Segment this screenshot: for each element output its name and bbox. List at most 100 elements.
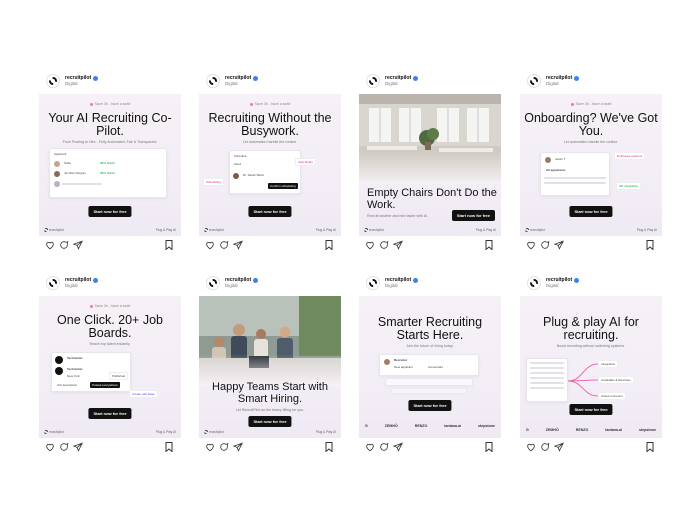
post-header: recruitpilot Digital xyxy=(199,68,341,94)
post-actions xyxy=(45,442,83,452)
ad-creative: Happy Teams Start with Smart Hiring. Let… xyxy=(199,296,341,438)
comment-icon[interactable] xyxy=(540,240,550,250)
bookmark-icon[interactable] xyxy=(165,240,173,250)
heart-icon[interactable] xyxy=(365,240,375,250)
share-icon[interactable] xyxy=(233,240,243,250)
account-name[interactable]: recruitpilot xyxy=(65,75,91,81)
headline: Smarter Recruiting Starts Here. xyxy=(377,315,483,343)
avatar[interactable] xyxy=(46,74,60,88)
bookmark-icon[interactable] xyxy=(646,442,654,452)
bookmark-icon[interactable] xyxy=(325,240,333,250)
comment-icon[interactable] xyxy=(379,442,389,452)
footer-brand: recruitpilot xyxy=(204,228,224,232)
share-icon[interactable] xyxy=(73,240,83,250)
footer-tagline: Plug & Play AI xyxy=(155,430,176,434)
footer-brand: recruitpilot xyxy=(364,228,384,232)
avatar[interactable] xyxy=(46,276,60,290)
bookmark-icon[interactable] xyxy=(165,442,173,452)
account-name[interactable]: recruitpilot xyxy=(546,277,572,283)
comment-icon[interactable] xyxy=(379,240,389,250)
post-actions xyxy=(205,240,243,250)
heart-icon[interactable] xyxy=(526,442,536,452)
subline: Let automation handle the routine. xyxy=(563,140,619,144)
account-subtitle: Digital xyxy=(225,282,238,288)
post-header: recruitpilot Digital xyxy=(39,68,181,94)
comment-icon[interactable] xyxy=(59,442,69,452)
post-1: recruitpilot Digital Save 3h - have a se… xyxy=(39,68,181,256)
post-8: recruitpilot Digital Plug & play AI for … xyxy=(520,270,662,458)
post-actions xyxy=(365,240,403,250)
heart-icon[interactable] xyxy=(45,240,55,250)
share-icon[interactable] xyxy=(393,442,403,452)
post-header: recruitpilot Digital xyxy=(359,270,501,296)
bookmark-icon[interactable] xyxy=(325,442,333,452)
account-name[interactable]: recruitpilot xyxy=(546,75,572,81)
avatar[interactable] xyxy=(527,276,541,290)
avatar[interactable] xyxy=(527,74,541,88)
start-now-button[interactable]: Start now for free xyxy=(451,210,495,221)
account-name[interactable]: recruitpilot xyxy=(385,75,411,81)
footer-brand: recruitpilot xyxy=(44,228,64,232)
post-7: recruitpilot Digital Smarter Recruiting … xyxy=(359,270,501,458)
comment-icon[interactable] xyxy=(219,442,229,452)
promo-line: Save 3h - have a seat! xyxy=(199,102,341,106)
account-subtitle: Digital xyxy=(65,282,78,288)
avatar[interactable] xyxy=(366,74,380,88)
bookmark-icon[interactable] xyxy=(646,240,654,250)
heart-icon[interactable] xyxy=(205,240,215,250)
comment-icon[interactable] xyxy=(540,442,550,452)
start-now-button[interactable]: Start now for free xyxy=(408,400,452,411)
headline: Happy Teams Start with Smart Hiring. xyxy=(212,381,328,405)
subline: Reach top talent instantly. xyxy=(89,342,131,346)
subline: Recruit smarter and hire faster with AI. xyxy=(367,214,429,218)
post-header: recruitpilot Digital xyxy=(359,68,501,94)
avatar[interactable] xyxy=(366,276,380,290)
heart-icon[interactable] xyxy=(526,240,536,250)
verified-icon xyxy=(413,277,419,283)
account-name[interactable]: recruitpilot xyxy=(225,277,251,283)
bookmark-icon[interactable] xyxy=(485,240,493,250)
verified-icon xyxy=(93,75,99,81)
headline: Onboarding? We've Got You. xyxy=(524,111,658,139)
account-name[interactable]: recruitpilot xyxy=(385,277,411,283)
verified-icon xyxy=(93,277,99,283)
heart-icon[interactable] xyxy=(365,442,375,452)
account-name[interactable]: recruitpilot xyxy=(65,277,91,283)
share-icon[interactable] xyxy=(554,442,564,452)
integration-mock xyxy=(526,358,568,402)
share-icon[interactable] xyxy=(73,442,83,452)
comment-icon[interactable] xyxy=(59,240,69,250)
account-subtitle: Digital xyxy=(546,282,559,288)
promo-line: Save 3h - have a seat! xyxy=(39,102,181,106)
start-now-button[interactable]: Start now for free xyxy=(88,206,132,217)
account-subtitle: Digital xyxy=(65,80,78,86)
comment-icon[interactable] xyxy=(219,240,229,250)
start-now-button[interactable]: Start now for free xyxy=(569,206,613,217)
notification-mock: Recruiter New applicant Accountant xyxy=(379,354,479,376)
footer-tagline: Plug & Play AI xyxy=(315,430,336,434)
start-now-button[interactable]: Start now for free xyxy=(248,416,292,427)
promo-line: Save 3h - have a seat! xyxy=(39,304,181,308)
bookmark-icon[interactable] xyxy=(485,442,493,452)
post-6: recruitpilot Digital Happy Teams Start w… xyxy=(199,270,341,458)
headline: One Click. 20+ Job Boards. xyxy=(57,313,163,341)
start-now-button[interactable]: Start now for free xyxy=(88,408,132,419)
avatar[interactable] xyxy=(206,74,220,88)
share-icon[interactable] xyxy=(393,240,403,250)
heart-icon[interactable] xyxy=(205,442,215,452)
account-subtitle: Digital xyxy=(385,282,398,288)
footer-brand: recruitpilot xyxy=(525,228,545,232)
share-icon[interactable] xyxy=(233,442,243,452)
start-now-button[interactable]: Start now for free xyxy=(569,404,613,415)
footer-tagline: Plug & Play AI xyxy=(636,228,657,232)
post-5: recruitpilot Digital Save 3h - have a se… xyxy=(39,270,181,458)
account-name[interactable]: recruitpilot xyxy=(225,75,251,81)
post-header: recruitpilot Digital xyxy=(39,270,181,296)
ad-creative: Save 3h - have a seat! Onboarding? We've… xyxy=(520,94,662,236)
start-now-button[interactable]: Start now for free xyxy=(248,206,292,217)
avatar[interactable] xyxy=(206,276,220,290)
share-icon[interactable] xyxy=(554,240,564,250)
heart-icon[interactable] xyxy=(45,442,55,452)
post-actions xyxy=(45,240,83,250)
headline: Empty Chairs Don't Do the Work. xyxy=(367,187,497,211)
